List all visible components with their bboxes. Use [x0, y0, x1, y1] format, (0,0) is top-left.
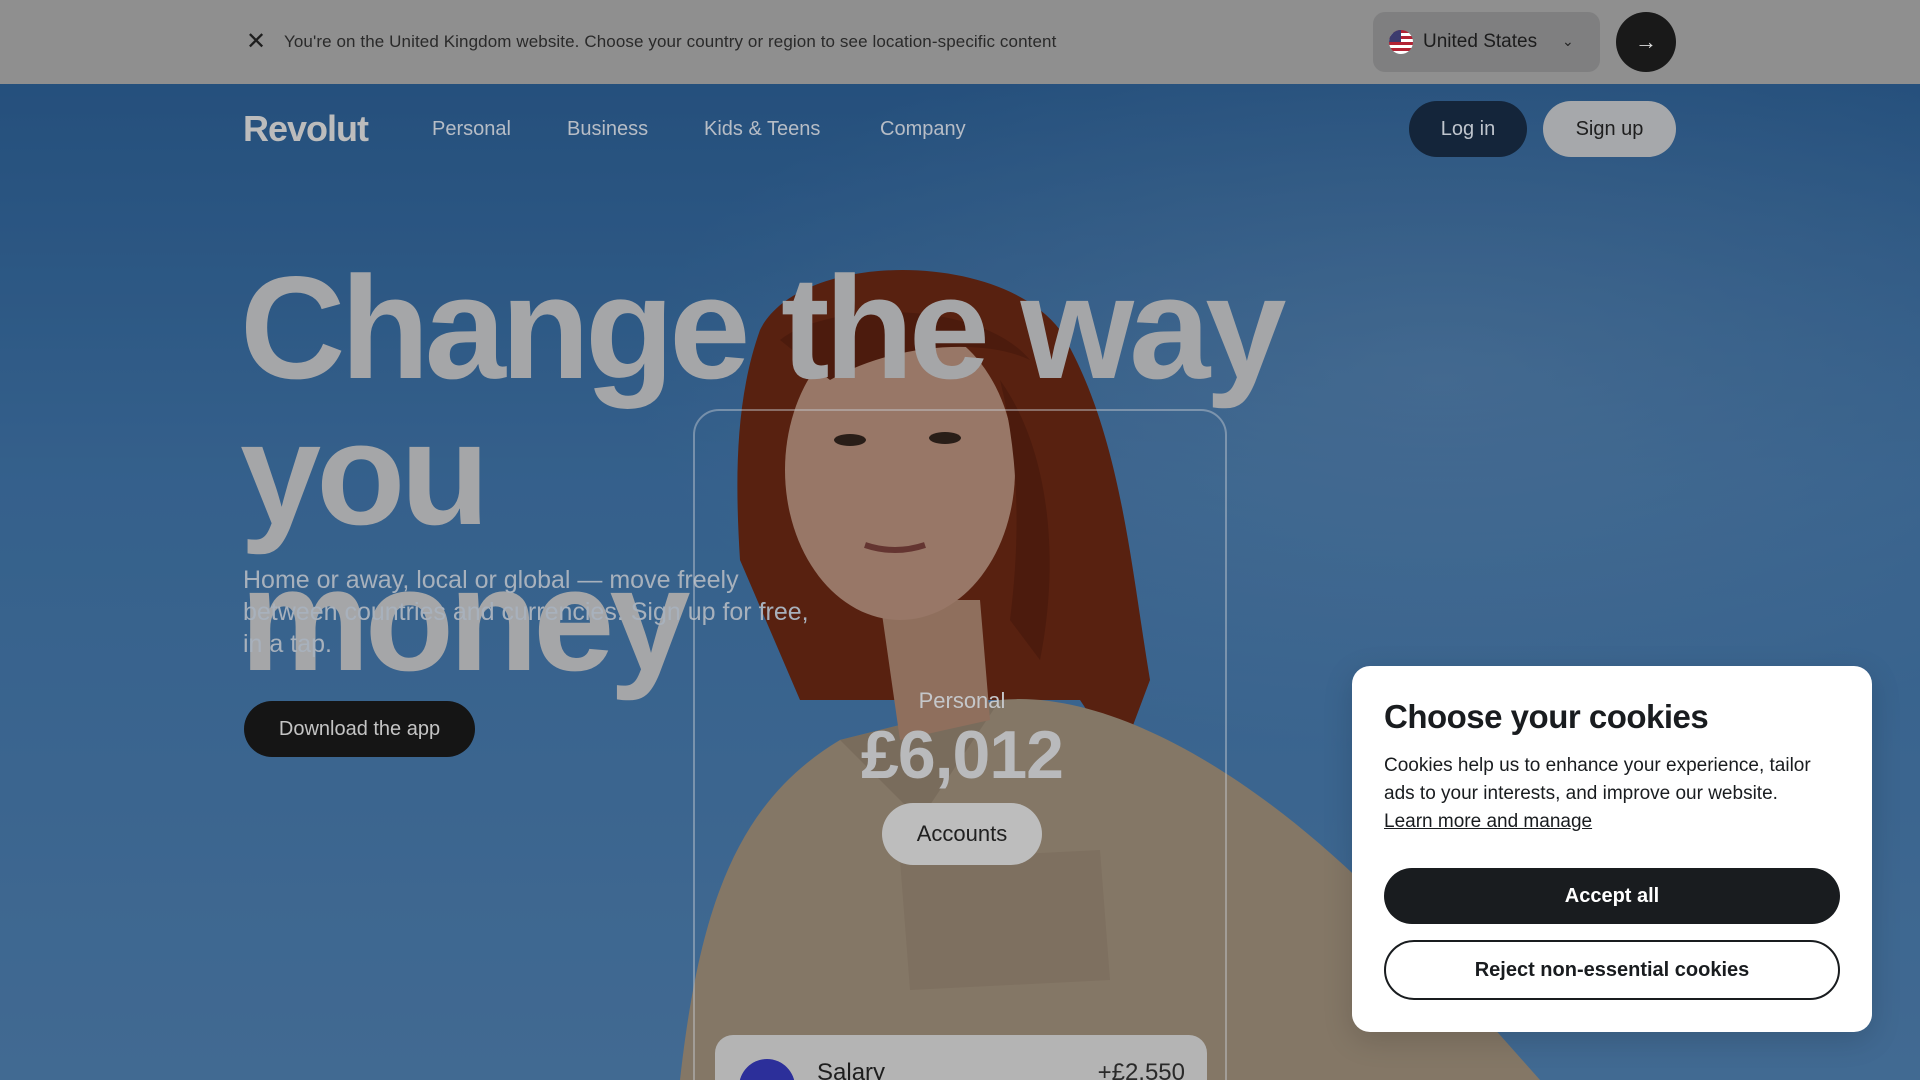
reject-non-essential-button[interactable]: Reject non-essential cookies — [1384, 940, 1840, 1000]
cookie-learn-more-link[interactable]: Learn more and manage — [1384, 811, 1592, 832]
transaction-card: Salary +£2,550 — [715, 1035, 1207, 1080]
us-flag-icon — [1389, 30, 1413, 54]
login-button[interactable]: Log in — [1409, 101, 1527, 157]
chevron-down-icon: ⌄ — [1562, 33, 1574, 49]
country-banner-message: You're on the United Kingdom website. Ch… — [284, 32, 1057, 51]
country-banner: ✕ You're on the United Kingdom website. … — [0, 0, 1920, 84]
signup-button[interactable]: Sign up — [1543, 101, 1676, 157]
revolut-logo[interactable]: Revolut — [243, 108, 369, 150]
download-app-button[interactable]: Download the app — [244, 701, 475, 757]
nav-item-company[interactable]: Company — [880, 118, 966, 141]
cookie-dialog: Choose your cookies Cookies help us to e… — [1352, 666, 1872, 1032]
close-icon[interactable]: ✕ — [244, 28, 268, 56]
country-select-label: United States — [1423, 31, 1538, 52]
accounts-button[interactable]: Accounts — [882, 803, 1042, 865]
account-label: Personal — [918, 688, 1006, 713]
transaction-amount: +£2,550 — [1097, 1059, 1185, 1080]
accept-all-button[interactable]: Accept all — [1384, 868, 1840, 924]
arrow-right-icon[interactable]: → — [1616, 12, 1676, 72]
country-select[interactable]: United States ⌄ — [1373, 12, 1600, 72]
salary-avatar-icon — [739, 1059, 795, 1080]
cookie-body: Cookies help us to enhance your experien… — [1384, 752, 1844, 836]
account-balance: £6,012 — [861, 717, 1064, 793]
cookie-body-text: Cookies help us to enhance your experien… — [1384, 755, 1811, 804]
transaction-name: Salary — [817, 1059, 886, 1080]
nav-item-business[interactable]: Business — [567, 118, 648, 141]
top-nav: Revolut Personal Business Kids & Teens C… — [0, 84, 1920, 174]
nav-item-personal[interactable]: Personal — [432, 118, 511, 141]
cookie-title: Choose your cookies — [1384, 698, 1709, 735]
nav-item-kids-teens[interactable]: Kids & Teens — [704, 118, 820, 141]
phone-mockup: Personal £6,012 Accounts Salary +£2,550 — [693, 409, 1227, 1080]
